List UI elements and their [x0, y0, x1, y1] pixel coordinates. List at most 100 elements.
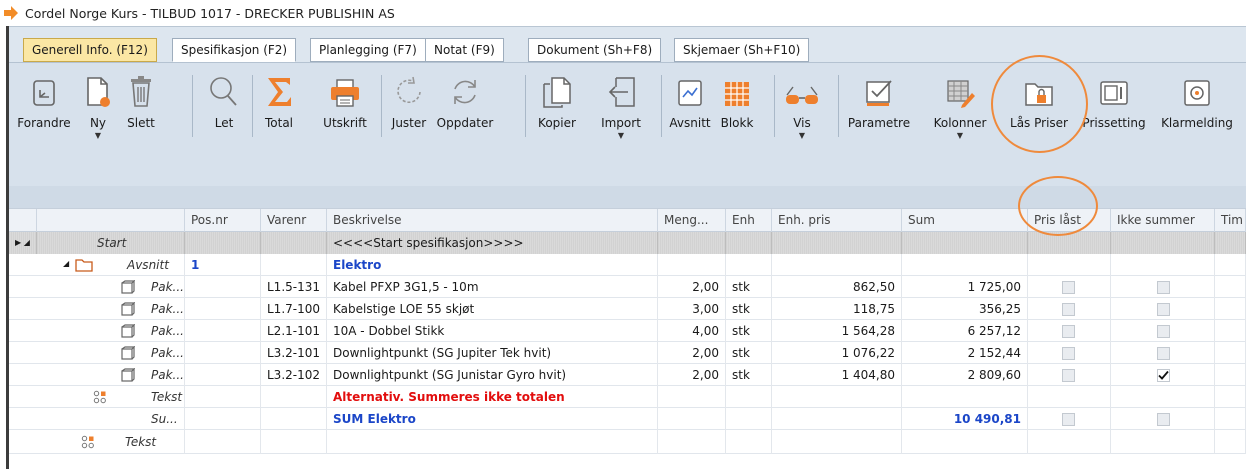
cell-mengde[interactable] [658, 430, 726, 454]
cell-beskrivelse[interactable]: <<<<Start spesifikasjon>>>> [327, 232, 658, 254]
ikke-summer-checkbox[interactable] [1157, 281, 1170, 294]
cell-varenr[interactable]: L1.7-100 [261, 298, 327, 320]
cell-ikke-summer[interactable] [1111, 364, 1215, 386]
tab-spesifikasjon[interactable]: Spesifikasjon (F2) [172, 38, 297, 62]
ikke-summer-checkbox[interactable] [1157, 413, 1170, 426]
cell-pos[interactable] [185, 408, 261, 430]
header-enh-pris[interactable]: Enh. pris [772, 209, 902, 232]
oppdater-button[interactable]: Oppdater [435, 69, 495, 130]
header-tim[interactable]: Tim [1215, 209, 1246, 232]
cell-beskrivelse[interactable]: Downlightpunkt (SG Jupiter Tek hvit) [327, 342, 658, 364]
tab-skjemaer[interactable]: Skjemaer (Sh+F10) [674, 38, 810, 62]
cell-pos[interactable] [185, 364, 261, 386]
header-ikke-summer[interactable]: Ikke summer [1111, 209, 1215, 232]
juster-button[interactable]: Juster [386, 69, 432, 130]
table-row[interactable]: Pak... L3.2-102 Downlightpunkt (SG Junis… [9, 364, 1246, 386]
cell-sum[interactable]: 6 257,12 [902, 320, 1028, 342]
cell-enh[interactable] [726, 254, 772, 276]
cell-tim[interactable] [1215, 430, 1246, 454]
cell-enh[interactable]: stk [726, 320, 772, 342]
cell-enh[interactable]: stk [726, 276, 772, 298]
cell-mengde[interactable] [658, 254, 726, 276]
header-pos-nr[interactable]: Pos.nr [185, 209, 261, 232]
table-row[interactable]: ◢ Avsnitt 1 Elektro [9, 254, 1246, 276]
cell-mengde[interactable] [658, 232, 726, 254]
vis-button[interactable]: Vis ▼ [782, 69, 822, 140]
cell-enh[interactable]: stk [726, 342, 772, 364]
table-row[interactable]: Pak... L1.7-100 Kabelstige LOE 55 skjøt … [9, 298, 1246, 320]
kopier-button[interactable]: Kopier [533, 69, 581, 130]
collapse-arrow-icon[interactable]: ◢ [63, 259, 69, 268]
cell-beskrivelse[interactable]: Kabel PFXP 3G1,5 - 10m [327, 276, 658, 298]
cell-sum[interactable] [902, 232, 1028, 254]
cell-tim[interactable] [1215, 320, 1246, 342]
cell-varenr[interactable] [261, 232, 327, 254]
cell-sum[interactable]: 356,25 [902, 298, 1028, 320]
cell-pos[interactable] [185, 320, 261, 342]
cell-sum[interactable] [902, 254, 1028, 276]
cell-pris-last[interactable] [1028, 386, 1111, 408]
cell-beskrivelse[interactable]: Alternativ. Summeres ikke totalen [327, 386, 658, 408]
parametre-button[interactable]: Parametre [845, 69, 913, 130]
cell-enh-pris[interactable]: 118,75 [772, 298, 902, 320]
las-priser-button[interactable]: Lås Priser [1006, 69, 1072, 130]
cell-varenr[interactable]: L3.2-102 [261, 364, 327, 386]
cell-enh-pris[interactable]: 862,50 [772, 276, 902, 298]
cell-beskrivelse[interactable] [327, 430, 658, 454]
cell-beskrivelse[interactable]: Downlightpunkt (SG Junistar Gyro hvit) [327, 364, 658, 386]
tab-dokument[interactable]: Dokument (Sh+F8) [528, 38, 662, 62]
klarmelding-button[interactable]: Klarmelding [1157, 69, 1237, 130]
header-sum[interactable]: Sum [902, 209, 1028, 232]
table-row[interactable]: Tekst [9, 430, 1246, 454]
cell-pris-last[interactable] [1028, 430, 1111, 454]
pris-last-checkbox[interactable] [1062, 281, 1075, 294]
cell-mengde[interactable]: 3,00 [658, 298, 726, 320]
cell-sum[interactable] [902, 386, 1028, 408]
blokk-button[interactable]: Blokk [716, 69, 758, 130]
cell-mengde[interactable] [658, 408, 726, 430]
cell-pris-last[interactable] [1028, 276, 1111, 298]
cell-ikke-summer[interactable] [1111, 232, 1215, 254]
table-row[interactable]: ▶ ◢ Start <<<<Start spesifikasjon>>>> [9, 232, 1246, 254]
cell-tim[interactable] [1215, 342, 1246, 364]
cell-sum[interactable]: 1 725,00 [902, 276, 1028, 298]
cell-enh-pris[interactable]: 1 076,22 [772, 342, 902, 364]
cell-enh[interactable] [726, 430, 772, 454]
table-row[interactable]: Pak... L3.2-101 Downlightpunkt (SG Jupit… [9, 342, 1246, 364]
total-button[interactable]: Total [259, 69, 299, 130]
table-row[interactable]: Tekst Alternativ. Summeres ikke totalen [9, 386, 1246, 408]
cell-enh-pris[interactable] [772, 386, 902, 408]
cell-enh-pris[interactable]: 1 564,28 [772, 320, 902, 342]
cell-varenr[interactable] [261, 430, 327, 454]
ny-button[interactable]: Ny ▼ [81, 69, 115, 140]
cell-sum[interactable] [902, 430, 1028, 454]
cell-varenr[interactable] [261, 386, 327, 408]
cell-ikke-summer[interactable] [1111, 276, 1215, 298]
cell-tim[interactable] [1215, 408, 1246, 430]
forandre-button[interactable]: Forandre [15, 69, 73, 130]
cell-tim[interactable] [1215, 386, 1246, 408]
tab-notat[interactable]: Notat (F9) [425, 38, 504, 62]
cell-enh[interactable]: stk [726, 298, 772, 320]
pris-last-checkbox[interactable] [1062, 325, 1075, 338]
cell-pos[interactable]: 1 [185, 254, 261, 276]
slett-button[interactable]: Slett [121, 69, 161, 130]
ikke-summer-checkbox[interactable] [1157, 369, 1170, 382]
cell-enh-pris[interactable]: 1 404,80 [772, 364, 902, 386]
cell-ikke-summer[interactable] [1111, 342, 1215, 364]
cell-pris-last[interactable] [1028, 342, 1111, 364]
cell-pos[interactable] [185, 430, 261, 454]
ikke-summer-checkbox[interactable] [1157, 303, 1170, 316]
ikke-summer-checkbox[interactable] [1157, 347, 1170, 360]
cell-varenr[interactable]: L1.5-131 [261, 276, 327, 298]
table-row[interactable]: Pak... L1.5-131 Kabel PFXP 3G1,5 - 10m 2… [9, 276, 1246, 298]
header-varenr[interactable]: Varenr [261, 209, 327, 232]
cell-pos[interactable] [185, 342, 261, 364]
cell-ikke-summer[interactable] [1111, 430, 1215, 454]
cell-mengde[interactable]: 2,00 [658, 342, 726, 364]
cell-pris-last[interactable] [1028, 408, 1111, 430]
cell-sum[interactable]: 10 490,81 [902, 408, 1028, 430]
import-button[interactable]: Import ▼ [597, 69, 645, 140]
cell-enh[interactable] [726, 386, 772, 408]
pris-last-checkbox[interactable] [1062, 347, 1075, 360]
